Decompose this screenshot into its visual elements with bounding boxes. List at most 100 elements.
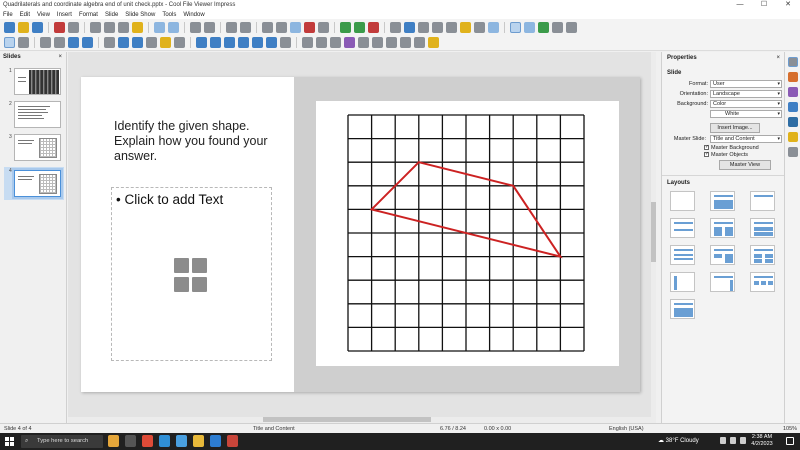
insert-table-icon[interactable] xyxy=(174,258,189,273)
shapes-icon[interactable] xyxy=(538,21,549,33)
master-slide-select[interactable]: Title and Content xyxy=(710,135,782,143)
master-slides-tab-icon[interactable] xyxy=(787,102,798,112)
slide-thumbnail-3[interactable] xyxy=(14,134,61,161)
content-placeholder[interactable]: • Click to add Text xyxy=(111,187,272,361)
print-icon[interactable] xyxy=(68,21,79,33)
insert-image-button[interactable]: Insert Image... xyxy=(710,123,760,133)
task-view-icon[interactable] xyxy=(125,435,136,447)
weather-widget[interactable]: ☁ 38°F Cloudy xyxy=(658,437,699,444)
ellipse-icon[interactable] xyxy=(132,37,143,48)
maximize-button[interactable]: ☐ xyxy=(752,0,776,10)
master-slide-icon[interactable] xyxy=(276,21,287,33)
align-icon[interactable] xyxy=(316,37,327,48)
undo-icon[interactable] xyxy=(154,21,165,33)
select-icon[interactable] xyxy=(4,37,15,48)
layouts-section-title[interactable]: Layouts xyxy=(662,180,690,186)
scroll-thumb[interactable] xyxy=(651,202,656,262)
paste-icon[interactable] xyxy=(118,21,129,33)
question-text[interactable]: Identify the given shape. Explain how yo… xyxy=(114,119,274,164)
background-select[interactable]: Color xyxy=(710,100,782,108)
position-size-icon[interactable] xyxy=(566,21,577,33)
chart-icon[interactable] xyxy=(418,21,429,33)
minimize-button[interactable]: — xyxy=(728,0,752,10)
menu-file[interactable]: File xyxy=(3,12,13,18)
menu-format[interactable]: Format xyxy=(79,12,98,18)
new-icon[interactable] xyxy=(4,21,15,33)
connectors-icon[interactable] xyxy=(174,37,185,48)
zoom-pan-icon[interactable] xyxy=(18,37,29,48)
slide-canvas-area[interactable]: Identify the given shape. Explain how yo… xyxy=(68,52,656,417)
arrange-icon[interactable] xyxy=(330,37,341,48)
slide-section-title[interactable]: Slide xyxy=(662,70,681,76)
start-first-slide-icon[interactable] xyxy=(340,21,351,33)
cut-icon[interactable] xyxy=(90,21,101,33)
layout-option[interactable] xyxy=(750,191,775,211)
textbox-icon[interactable] xyxy=(432,21,443,33)
hyperlink-icon[interactable] xyxy=(488,21,499,33)
format-select[interactable]: User xyxy=(710,80,782,88)
start-current-slide-icon[interactable] xyxy=(354,21,365,33)
orientation-select[interactable]: Landscape xyxy=(710,90,782,98)
delete-slide-icon[interactable] xyxy=(304,21,315,33)
edge-app-icon[interactable] xyxy=(159,435,170,447)
layout-option[interactable] xyxy=(710,191,735,211)
taskbar-search[interactable]: ⌕ Type here to search xyxy=(21,435,103,448)
sidebar-icon[interactable] xyxy=(552,21,563,33)
close-button[interactable]: ✕ xyxy=(776,0,800,10)
grid-image[interactable] xyxy=(316,101,619,366)
chevron-up-icon[interactable] xyxy=(720,437,726,444)
menu-window[interactable]: Window xyxy=(183,12,204,18)
image-icon[interactable] xyxy=(404,21,415,33)
volume-icon[interactable] xyxy=(740,437,746,444)
layout-option[interactable] xyxy=(670,191,695,211)
new-slide-icon[interactable] xyxy=(290,21,301,33)
layout-option[interactable] xyxy=(670,299,695,319)
layout-option[interactable] xyxy=(710,245,735,265)
slide-thumbnail-4[interactable] xyxy=(12,168,63,199)
copy-icon[interactable] xyxy=(104,21,115,33)
interaction-icon[interactable] xyxy=(428,37,439,48)
display-views-icon[interactable] xyxy=(262,21,273,33)
master-background-checkbox[interactable]: Master Background xyxy=(704,144,759,151)
layout-option[interactable] xyxy=(750,272,775,292)
spelling-icon[interactable] xyxy=(204,21,215,33)
points-icon[interactable] xyxy=(386,37,397,48)
menu-tools[interactable]: Tools xyxy=(162,12,176,18)
slide[interactable]: Identify the given shape. Explain how yo… xyxy=(81,77,640,392)
media-icon[interactable] xyxy=(474,21,485,33)
crop-icon[interactable] xyxy=(358,37,369,48)
toggle-extrusion-icon[interactable] xyxy=(414,37,425,48)
select-mode-icon[interactable] xyxy=(510,21,521,33)
animation-tab-icon[interactable] xyxy=(787,87,798,97)
scroll-thumb[interactable] xyxy=(263,417,431,422)
export-pdf-icon[interactable] xyxy=(54,21,65,33)
menu-edit[interactable]: Edit xyxy=(20,12,30,18)
show-draw-icon[interactable] xyxy=(524,21,535,33)
impress-app-icon[interactable] xyxy=(227,435,238,447)
rectangle-icon[interactable] xyxy=(118,37,129,48)
grid-icon[interactable] xyxy=(226,21,237,33)
chrome-app-icon[interactable] xyxy=(142,435,153,447)
layout-option[interactable] xyxy=(670,272,695,292)
slide-thumbnail-2[interactable] xyxy=(14,101,61,128)
slide-layout-icon[interactable] xyxy=(318,21,329,33)
close-icon[interactable]: × xyxy=(58,52,62,62)
gallery-tab-icon[interactable] xyxy=(787,132,798,142)
fontwork-icon[interactable] xyxy=(460,21,471,33)
clone-formatting-icon[interactable] xyxy=(132,21,143,33)
layout-option[interactable] xyxy=(750,218,775,238)
mail-app-icon[interactable] xyxy=(210,435,221,447)
windows-start-icon[interactable] xyxy=(5,437,14,446)
menu-insert[interactable]: Insert xyxy=(57,12,72,18)
network-icon[interactable] xyxy=(730,437,736,444)
stars-icon[interactable] xyxy=(266,37,277,48)
line-icon[interactable] xyxy=(104,37,115,48)
slide-thumbnail-1[interactable] xyxy=(14,68,61,95)
navigator-tab-icon[interactable] xyxy=(787,147,798,157)
layout-option[interactable] xyxy=(750,245,775,265)
styles-tab-icon[interactable] xyxy=(787,117,798,127)
close-icon[interactable]: × xyxy=(776,55,780,61)
lines-arrows-icon[interactable] xyxy=(146,37,157,48)
clock[interactable]: 2:38 AM 4/2/2023 xyxy=(749,434,775,448)
menu-slide-show[interactable]: Slide Show xyxy=(125,12,155,18)
